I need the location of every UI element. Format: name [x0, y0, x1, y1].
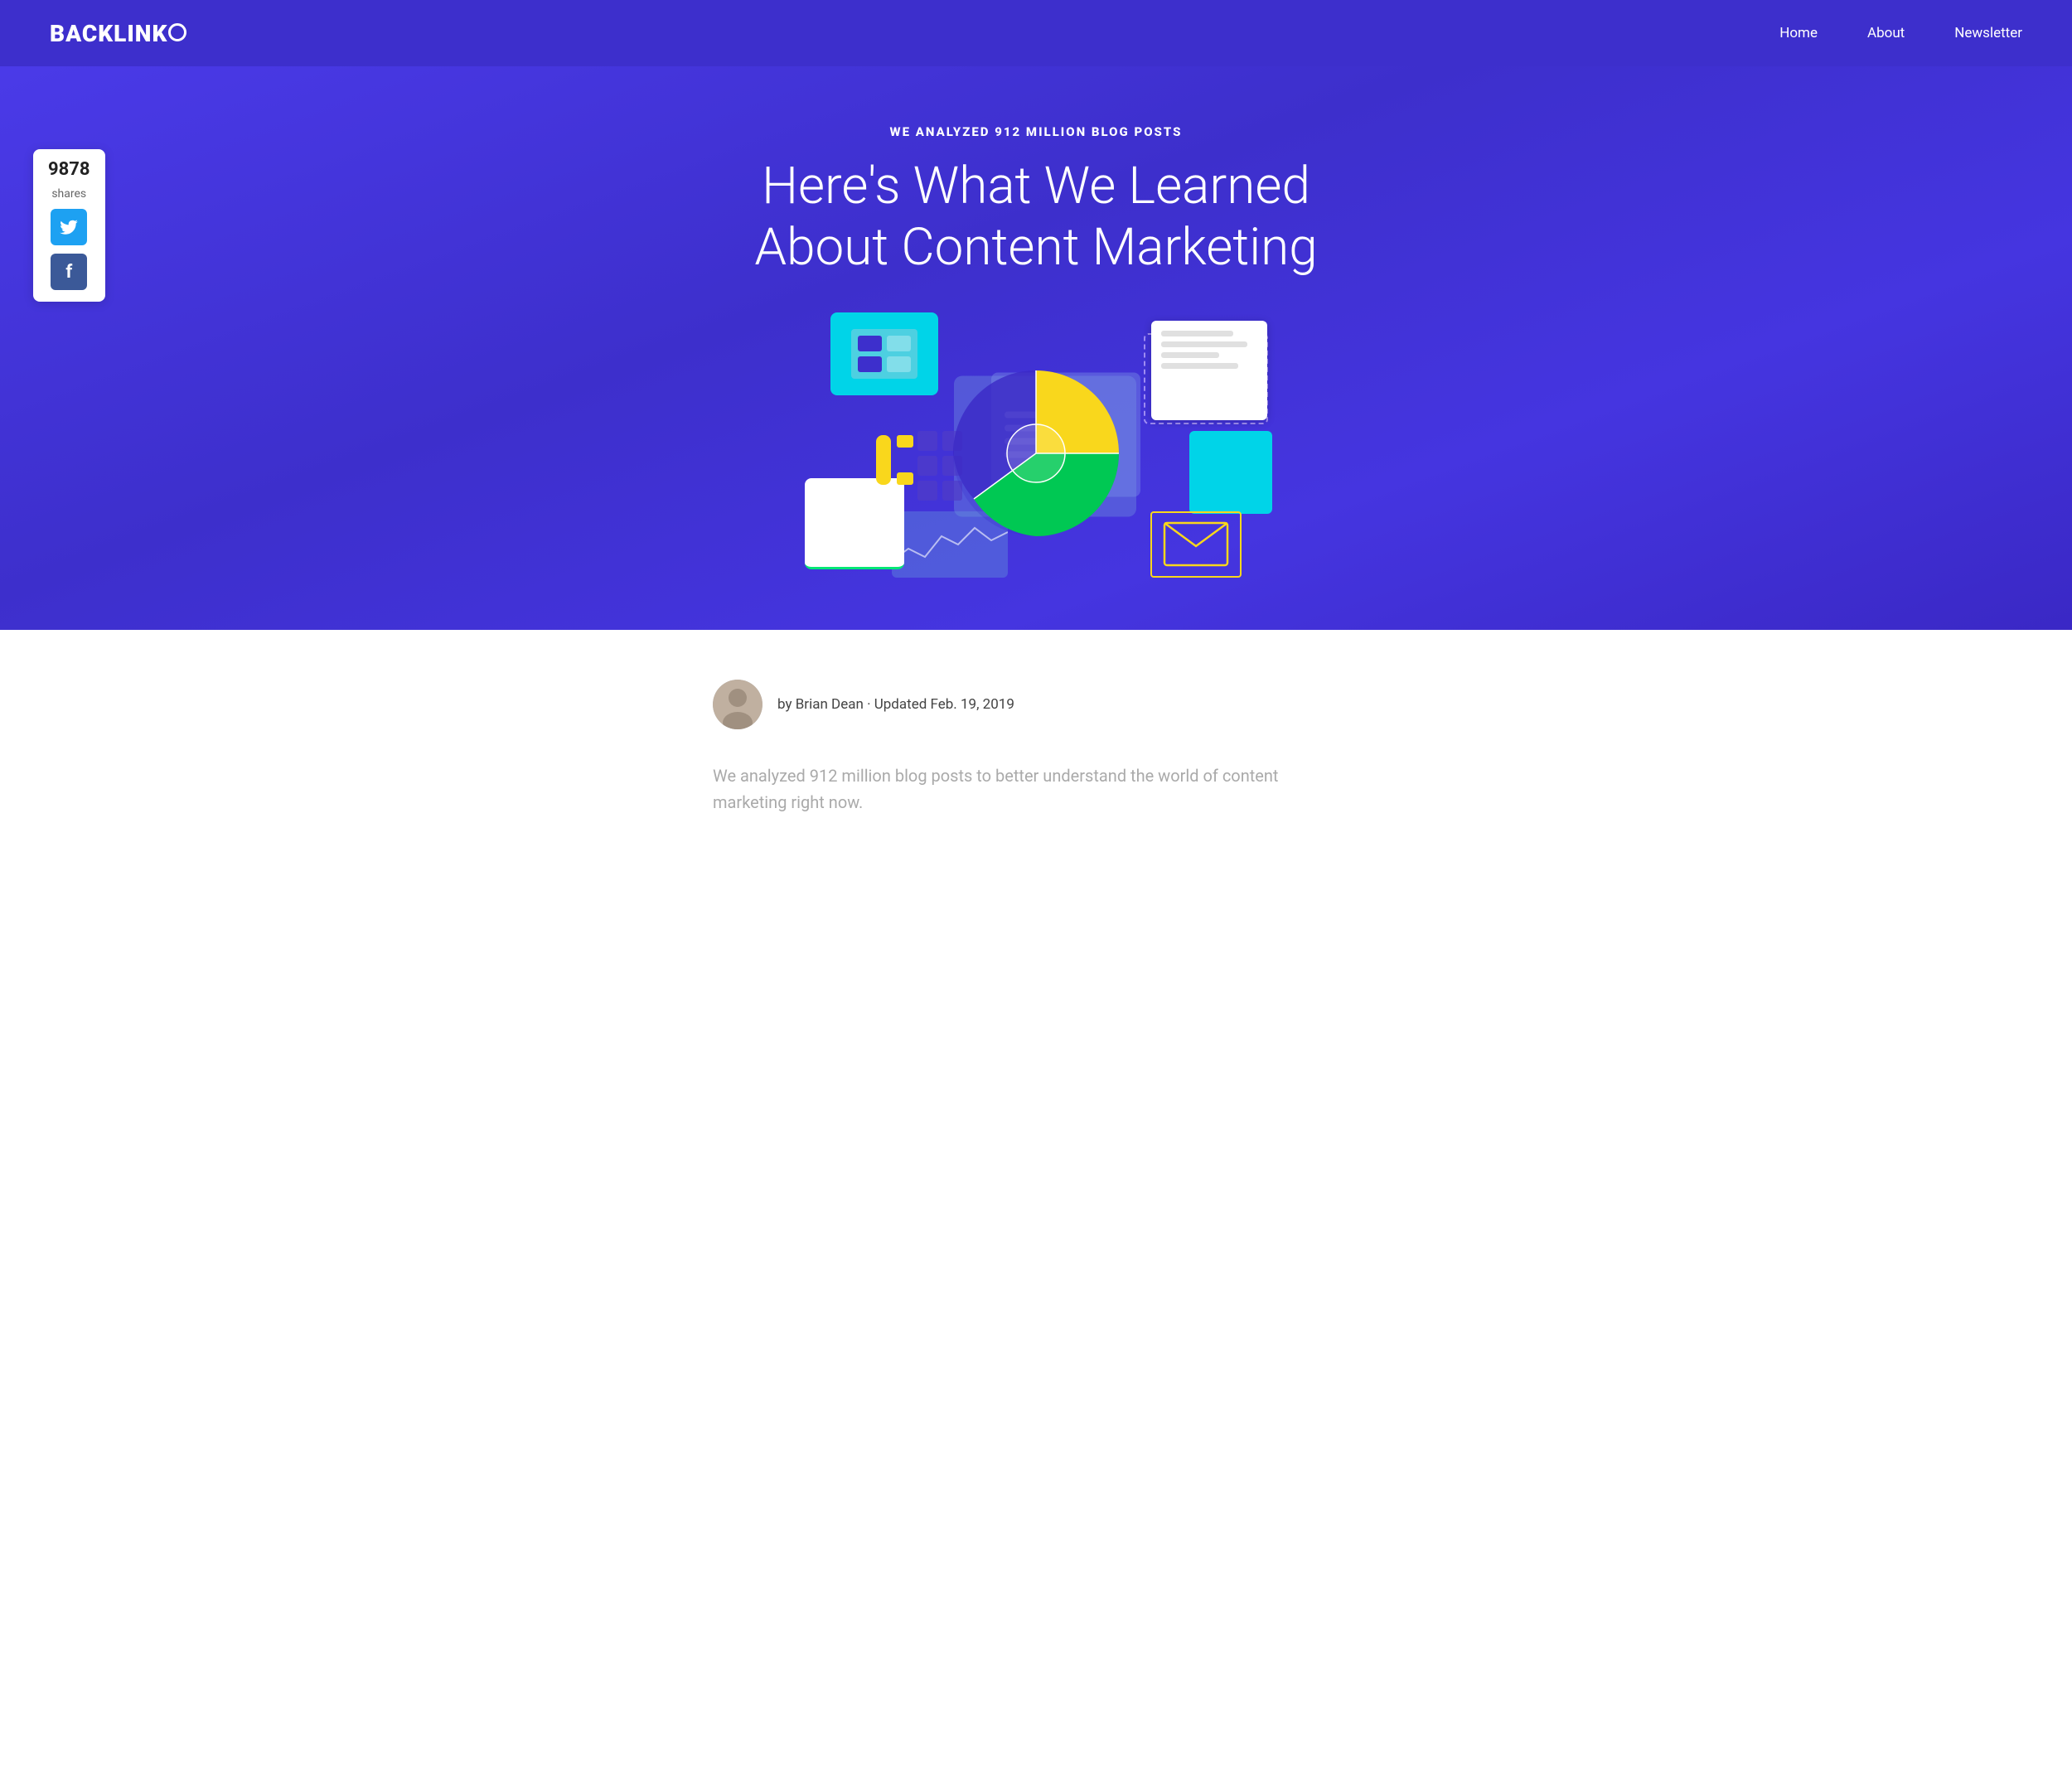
share-facebook-button[interactable]: f [51, 254, 87, 290]
share-twitter-button[interactable] [51, 209, 87, 245]
doc-line-4 [1161, 363, 1238, 369]
magnet-shape [872, 431, 922, 492]
monitor-grid [851, 329, 917, 379]
nav-about-link[interactable]: About [1867, 25, 1905, 41]
author-meta: by Brian Dean · Updated Feb. 19, 2019 [777, 696, 1014, 713]
hero-subtitle: WE ANALYZED 912 MILLION BLOG POSTS [890, 124, 1183, 139]
monitor-cell-3 [858, 356, 882, 372]
nav-newsletter-link[interactable]: Newsletter [1954, 25, 2022, 41]
doc-line-3 [1161, 352, 1219, 358]
author-avatar [713, 680, 762, 729]
doc-line-1 [1161, 331, 1233, 336]
nav-home-link[interactable]: Home [1779, 25, 1818, 41]
logo-text: BACKLINK [50, 20, 167, 47]
email-envelope [1150, 511, 1242, 578]
monitor-cell-4 [887, 356, 911, 372]
facebook-icon: f [65, 262, 72, 283]
share-widget: 9878 shares f [33, 149, 105, 302]
hero-title: Here's What We Learned About Content Mar… [713, 156, 1359, 279]
navigation: BACKLINK Home About Newsletter [0, 0, 2072, 66]
article-intro: We analyzed 912 million blog posts to be… [713, 762, 1326, 816]
cyan-monitor [830, 312, 938, 395]
hero-section: 9878 shares f WE ANALYZED 912 MILLION BL… [0, 66, 2072, 630]
author-section: by Brian Dean · Updated Feb. 19, 2019 We… [663, 630, 1409, 849]
cyan-square [1189, 431, 1272, 514]
share-count: 9878 [48, 161, 90, 179]
nav-links: Home About Newsletter [1779, 25, 2022, 41]
monitor-cell-2 [887, 336, 911, 351]
author-row: by Brian Dean · Updated Feb. 19, 2019 [713, 680, 1359, 729]
logo[interactable]: BACKLINK [50, 20, 186, 47]
avatar-svg [713, 680, 762, 729]
document-card [1151, 321, 1267, 420]
envelope-svg [1163, 521, 1229, 567]
pie-chart [949, 366, 1123, 540]
hero-illustration [779, 312, 1293, 594]
monitor-cell-1 [858, 336, 882, 351]
twitter-icon [60, 220, 78, 235]
doc-line-2 [1161, 341, 1247, 347]
logo-o-circle [168, 23, 186, 41]
pie-chart-svg [949, 366, 1123, 540]
share-label: shares [51, 187, 86, 201]
